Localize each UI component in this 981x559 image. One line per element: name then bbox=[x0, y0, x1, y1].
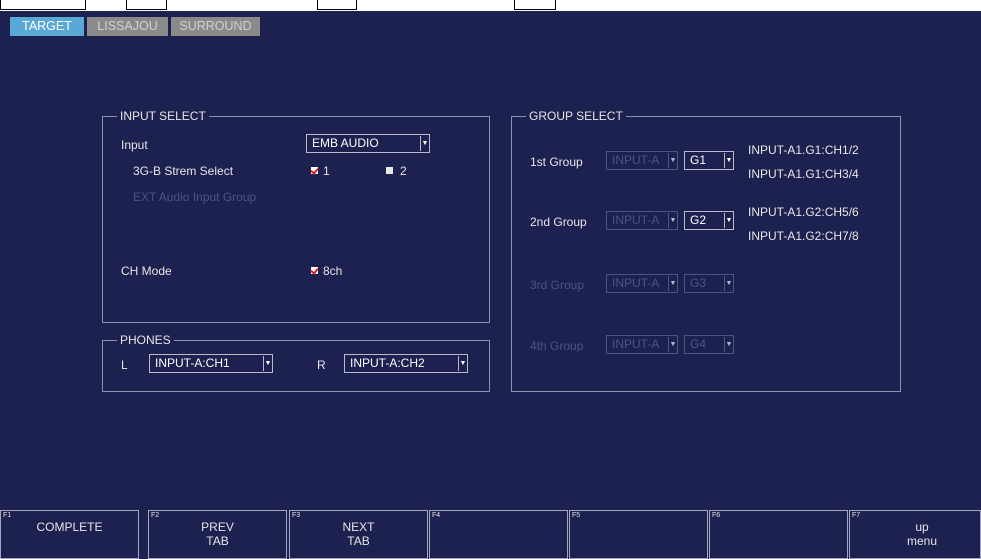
chevron-down-icon: ▼ bbox=[458, 356, 467, 371]
group-3-input-value: INPUT-A bbox=[612, 276, 660, 290]
group-2-label: 2nd Group bbox=[530, 215, 587, 229]
group-1-info-1: INPUT-A1.G1:CH1/2 bbox=[748, 143, 859, 157]
f5-key-number: F5 bbox=[572, 512, 581, 519]
group-2-info-1: INPUT-A1.G2:CH5/6 bbox=[748, 205, 859, 219]
tab-lissajou[interactable]: LISSAJOU bbox=[87, 17, 168, 36]
f7-up-menu-button[interactable]: F7 up menu bbox=[849, 510, 981, 559]
f3-label-line2: TAB bbox=[347, 534, 370, 548]
group-2-group-value: G2 bbox=[690, 213, 707, 227]
group-3-group-select[interactable]: G3 ▼ bbox=[684, 274, 734, 293]
chevron-down-icon: ▼ bbox=[724, 153, 733, 168]
f3-label-line1: NEXT bbox=[342, 520, 375, 534]
strem-1-label: 1 bbox=[323, 164, 330, 178]
strem-1-checkbox[interactable] bbox=[311, 167, 318, 174]
group-1-input-select[interactable]: INPUT-A ▼ bbox=[606, 151, 678, 170]
group-3-label: 3rd Group bbox=[530, 278, 585, 292]
function-key-bar: F1 COMPLETE F2 PREV TAB F3 NEXT TAB F4 F… bbox=[0, 510, 981, 559]
group-3-input-select[interactable]: INPUT-A ▼ bbox=[606, 274, 678, 293]
f4-button[interactable]: F4 bbox=[429, 510, 568, 559]
phones-legend: PHONES bbox=[117, 333, 174, 347]
chevron-down-icon: ▼ bbox=[668, 337, 677, 352]
f3-next-tab-button[interactable]: F3 NEXT TAB bbox=[289, 510, 428, 559]
f7-label-line2: menu bbox=[906, 534, 938, 548]
f3-key-number: F3 bbox=[292, 512, 301, 519]
top-marker bbox=[126, 0, 167, 10]
chevron-down-icon: ▼ bbox=[724, 213, 733, 228]
f1-key-number: F1 bbox=[3, 512, 12, 519]
phones-l-label: L bbox=[121, 358, 128, 372]
ch-mode-checkbox[interactable] bbox=[311, 267, 318, 274]
group-1-info-2: INPUT-A1.G1:CH3/4 bbox=[748, 167, 859, 181]
strem-2-checkbox[interactable] bbox=[386, 167, 393, 174]
f5-button[interactable]: F5 bbox=[569, 510, 708, 559]
f2-prev-tab-button[interactable]: F2 PREV TAB bbox=[148, 510, 287, 559]
f1-label: COMPLETE bbox=[36, 520, 103, 534]
f4-key-number: F4 bbox=[432, 512, 441, 519]
f7-label-line1: up bbox=[915, 520, 929, 534]
tab-surround[interactable]: SURROUND bbox=[171, 17, 260, 36]
f2-key-number: F2 bbox=[151, 512, 160, 519]
f2-label-line1: PREV bbox=[201, 520, 234, 534]
input-select-panel: INPUT SELECT bbox=[102, 109, 490, 323]
group-4-group-select[interactable]: G4 ▼ bbox=[684, 335, 734, 354]
group-2-input-value: INPUT-A bbox=[612, 213, 660, 227]
top-marker bbox=[514, 0, 556, 10]
top-marker bbox=[0, 0, 86, 10]
group-1-group-value: G1 bbox=[690, 153, 707, 167]
group-4-label: 4th Group bbox=[530, 339, 584, 353]
ch-mode-value: 8ch bbox=[323, 264, 343, 278]
phones-l-value: INPUT-A:CH1 bbox=[155, 356, 230, 370]
f6-key-number: F6 bbox=[712, 512, 721, 519]
group-select-legend: GROUP SELECT bbox=[526, 109, 626, 123]
f2-label-line2: TAB bbox=[206, 534, 229, 548]
f1-complete-button[interactable]: F1 COMPLETE bbox=[0, 510, 139, 559]
strem-select-label: 3G-B Strem Select bbox=[133, 164, 234, 178]
chevron-down-icon: ▼ bbox=[724, 337, 733, 352]
strem-2-label: 2 bbox=[400, 164, 407, 178]
group-3-group-value: G3 bbox=[690, 276, 707, 290]
input-select-value: EMB AUDIO bbox=[312, 136, 379, 150]
ext-audio-input-group-label: EXT Audio Input Group bbox=[133, 190, 257, 204]
group-2-group-select[interactable]: G2 ▼ bbox=[684, 211, 734, 230]
chevron-down-icon: ▼ bbox=[668, 213, 677, 228]
group-2-info-2: INPUT-A1.G2:CH7/8 bbox=[748, 229, 859, 243]
top-marker bbox=[317, 0, 357, 10]
group-1-group-select[interactable]: G1 ▼ bbox=[684, 151, 734, 170]
group-4-input-select[interactable]: INPUT-A ▼ bbox=[606, 335, 678, 354]
group-4-group-value: G4 bbox=[690, 337, 707, 351]
group-1-input-value: INPUT-A bbox=[612, 153, 660, 167]
f6-button[interactable]: F6 bbox=[709, 510, 848, 559]
group-4-input-value: INPUT-A bbox=[612, 337, 660, 351]
group-2-input-select[interactable]: INPUT-A ▼ bbox=[606, 211, 678, 230]
phones-r-label: R bbox=[317, 358, 326, 372]
input-label: Input bbox=[121, 138, 148, 152]
group-1-label: 1st Group bbox=[530, 155, 583, 169]
f7-key-number: F7 bbox=[852, 512, 861, 519]
chevron-down-icon: ▼ bbox=[668, 153, 677, 168]
phones-l-select[interactable]: INPUT-A:CH1 ▼ bbox=[149, 354, 273, 373]
ch-mode-label: CH Mode bbox=[121, 264, 172, 278]
chevron-down-icon: ▼ bbox=[263, 356, 272, 371]
chevron-down-icon: ▼ bbox=[668, 276, 677, 291]
top-strip bbox=[0, 0, 981, 11]
phones-r-value: INPUT-A:CH2 bbox=[350, 356, 425, 370]
phones-r-select[interactable]: INPUT-A:CH2 ▼ bbox=[344, 354, 468, 373]
tab-target[interactable]: TARGET bbox=[10, 17, 84, 36]
chevron-down-icon: ▼ bbox=[724, 276, 733, 291]
input-select-legend: INPUT SELECT bbox=[117, 109, 209, 123]
input-select[interactable]: EMB AUDIO ▼ bbox=[306, 134, 430, 153]
chevron-down-icon: ▼ bbox=[420, 136, 429, 151]
